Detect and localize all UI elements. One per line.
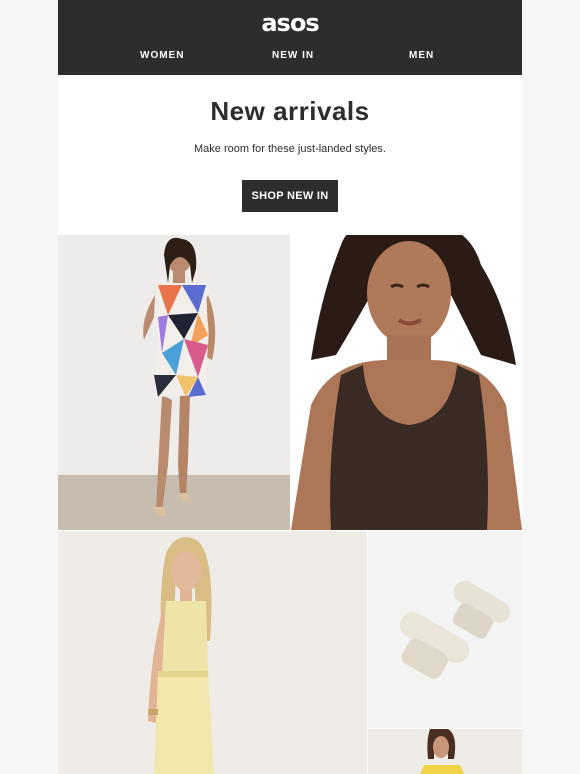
email-header: asos WOMEN NEW IN MEN	[58, 0, 522, 75]
email-container: asos WOMEN NEW IN MEN New arrivals Make …	[58, 0, 522, 774]
hero-subtitle: Make room for these just-landed styles.	[194, 143, 386, 155]
product-image-print-dress[interactable]	[58, 235, 290, 530]
nav-new-in-link[interactable]: NEW IN	[272, 50, 314, 62]
hero-section: New arrivals Make room for these just-la…	[58, 75, 522, 235]
hero-title: New arrivals	[210, 96, 370, 126]
asos-logo[interactable]: asos	[58, 9, 522, 37]
nav-men-link[interactable]: MEN	[409, 50, 434, 62]
product-image-cream-slides[interactable]	[368, 531, 522, 728]
product-image-yellow-top[interactable]	[368, 729, 522, 774]
nav-women-link[interactable]: WOMEN	[140, 50, 184, 62]
product-image-brown-tank[interactable]	[291, 235, 522, 530]
shop-new-in-button[interactable]: SHOP NEW IN	[242, 180, 338, 212]
product-image-yellow-coord[interactable]	[58, 531, 367, 774]
